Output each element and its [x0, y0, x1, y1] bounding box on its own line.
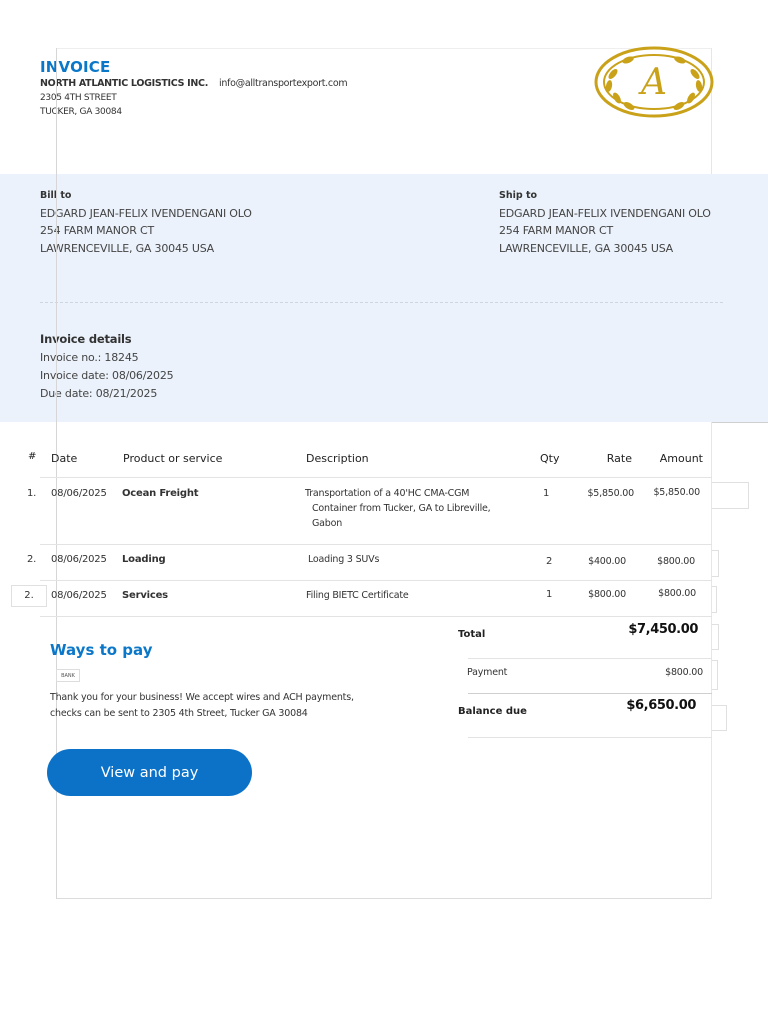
row-edge-tab [712, 482, 749, 509]
col-header-amount: Amount [659, 452, 703, 465]
col-header-num: # [28, 451, 37, 462]
bill-to-name: EDGARD JEAN-FELIX IVENDENGANI OLO [40, 207, 252, 220]
row-separator [40, 616, 712, 617]
row-description-line1: Loading 3 SUVs [308, 554, 380, 565]
company-name: NORTH ATLANTIC LOGISTICS INC. [40, 78, 209, 89]
row-separator [40, 544, 712, 545]
logo-letter: A [638, 62, 667, 103]
row-number: 2. [11, 585, 47, 607]
invoice-number: Invoice no.: 18245 [40, 351, 139, 364]
payment-note: Thank you for your business! We accept w… [50, 690, 380, 722]
invoice-details-label: Invoice details [40, 332, 132, 346]
row-product: Ocean Freight [122, 488, 199, 499]
ship-to-city: LAWRENCEVILLE, GA 30045 USA [499, 242, 673, 255]
bank-icon: BANK [56, 669, 80, 682]
row-amount: $5,850.00 [653, 487, 700, 498]
row-date: 08/06/2025 [51, 488, 107, 499]
total-label: Total [458, 629, 486, 640]
col-header-rate: Rate [606, 452, 632, 465]
payment-label: Payment [467, 667, 508, 678]
col-header-product: Product or service [123, 452, 223, 465]
row-amount: $800.00 [658, 588, 696, 599]
row-rate: $800.00 [588, 589, 626, 600]
col-header-date: Date [51, 452, 78, 465]
col-header-qty: Qty [540, 452, 560, 465]
row-description-line1: Transportation of a 40'HC CMA-CGM [305, 488, 470, 499]
ship-to-street: 254 FARM MANOR CT [499, 224, 614, 237]
payment-note-line2: checks can be sent to 2305 4th Street, T… [50, 708, 308, 719]
balance-edge-tab [712, 705, 727, 731]
row-product: Services [122, 590, 168, 601]
balance-due-value: $6,650.00 [626, 698, 696, 713]
company-address-line2: TUCKER, GA 30084 [40, 107, 122, 117]
panel-divider [40, 302, 723, 303]
row-date: 08/06/2025 [51, 554, 107, 565]
row-rate: $5,850.00 [587, 488, 634, 499]
row-date: 08/06/2025 [51, 590, 107, 601]
row-description-line3: Gabon [312, 518, 343, 529]
bill-to-city: LAWRENCEVILLE, GA 30045 USA [40, 242, 214, 255]
balance-separator [468, 737, 712, 738]
invoice-title: INVOICE [40, 58, 111, 76]
col-header-description: Description [306, 452, 369, 465]
row-number: 1. [27, 488, 37, 499]
row-qty: 2 [546, 556, 553, 567]
invoice-date: Invoice date: 08/06/2025 [40, 369, 174, 382]
bill-to-street: 254 FARM MANOR CT [40, 224, 155, 237]
invoice-due-date: Due date: 08/21/2025 [40, 387, 158, 400]
frame-bottom-line [56, 898, 712, 899]
row-product: Loading [122, 554, 166, 565]
panel-edge-line [712, 422, 768, 423]
row-description-line1: Filing BIETC Certificate [306, 590, 409, 601]
company-email: info@alltransportexport.com [219, 78, 348, 89]
ship-to-name: EDGARD JEAN-FELIX IVENDENGANI OLO [499, 207, 711, 220]
total-edge-tab [712, 624, 719, 650]
row-separator [40, 580, 712, 581]
row-edge-tab [712, 550, 719, 577]
row-qty: 1 [546, 589, 553, 600]
row-edge-tab [712, 586, 717, 613]
payment-note-line1: Thank you for your business! We accept w… [50, 692, 354, 703]
row-rate: $400.00 [588, 556, 626, 567]
company-address-line1: 2305 4TH STREET [40, 93, 117, 103]
payment-value: $800.00 [665, 667, 703, 678]
view-and-pay-button[interactable]: View and pay [47, 749, 252, 796]
payment-edge-tab [712, 660, 718, 690]
row-description-line2: Container from Tucker, GA to Libreville, [312, 503, 491, 514]
row-amount: $800.00 [657, 556, 695, 567]
total-separator [468, 658, 712, 659]
balance-due-label: Balance due [458, 706, 527, 717]
row-qty: 1 [543, 488, 550, 499]
total-value: $7,450.00 [628, 622, 698, 637]
row-number: 2. [27, 554, 37, 565]
table-header-line [40, 477, 712, 478]
ship-to-label: Ship to [499, 190, 538, 201]
ways-to-pay-heading: Ways to pay [50, 641, 153, 659]
payment-separator [468, 693, 712, 694]
company-logo: A [594, 46, 714, 118]
